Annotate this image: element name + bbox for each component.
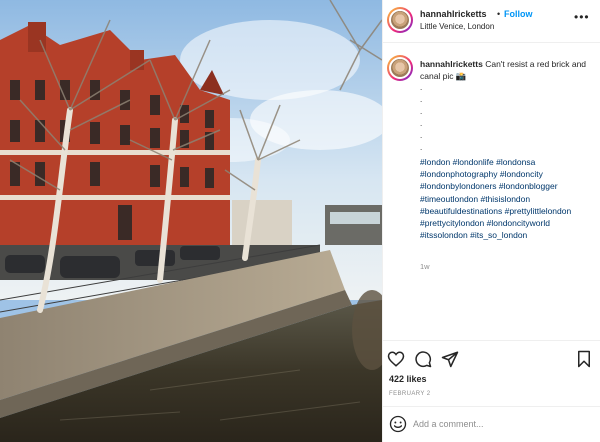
- caption-hashtags[interactable]: #london #londonlife #londonsa #londonpho…: [420, 156, 595, 241]
- post-location[interactable]: Little Venice, London: [420, 22, 494, 31]
- header-divider: [383, 42, 600, 43]
- caption-dot: .: [420, 95, 423, 104]
- actions-divider: [383, 340, 600, 341]
- author-avatar[interactable]: [387, 7, 413, 33]
- post-photo[interactable]: [0, 0, 382, 442]
- caption-dot: .: [420, 119, 423, 128]
- post-header: hannahlricketts • Follow Little Venice, …: [383, 0, 600, 42]
- caption-dot: .: [420, 83, 423, 92]
- heart-icon[interactable]: [387, 350, 405, 368]
- post-actions: [383, 346, 600, 372]
- bookmark-icon[interactable]: [575, 350, 593, 368]
- comment-icon[interactable]: [414, 350, 432, 368]
- comment-bar: [383, 406, 600, 442]
- emoji-icon[interactable]: [389, 415, 407, 433]
- canal-photo-illustration: [0, 0, 382, 442]
- caption-text: hannahlricketts Can't resist a red brick…: [420, 58, 590, 82]
- caption-dot: .: [420, 131, 423, 140]
- caption-username[interactable]: hannahlricketts: [420, 59, 483, 69]
- more-options-icon[interactable]: •••: [574, 10, 590, 24]
- follow-button[interactable]: Follow: [504, 9, 533, 19]
- post-date: FEBRUARY 2: [389, 391, 431, 397]
- share-icon[interactable]: [441, 350, 459, 368]
- instagram-post: hannahlricketts • Follow Little Venice, …: [0, 0, 600, 442]
- post-side-panel: hannahlricketts • Follow Little Venice, …: [382, 0, 600, 442]
- caption-dot: .: [420, 143, 423, 152]
- caption-dot: .: [420, 107, 423, 116]
- comment-input[interactable]: [413, 416, 553, 432]
- like-count[interactable]: 422 likes: [389, 374, 427, 384]
- caption-time-ago: 1w: [420, 262, 430, 271]
- caption-avatar[interactable]: [387, 55, 413, 81]
- header-separator: •: [497, 9, 501, 19]
- author-username[interactable]: hannahlricketts: [420, 9, 487, 19]
